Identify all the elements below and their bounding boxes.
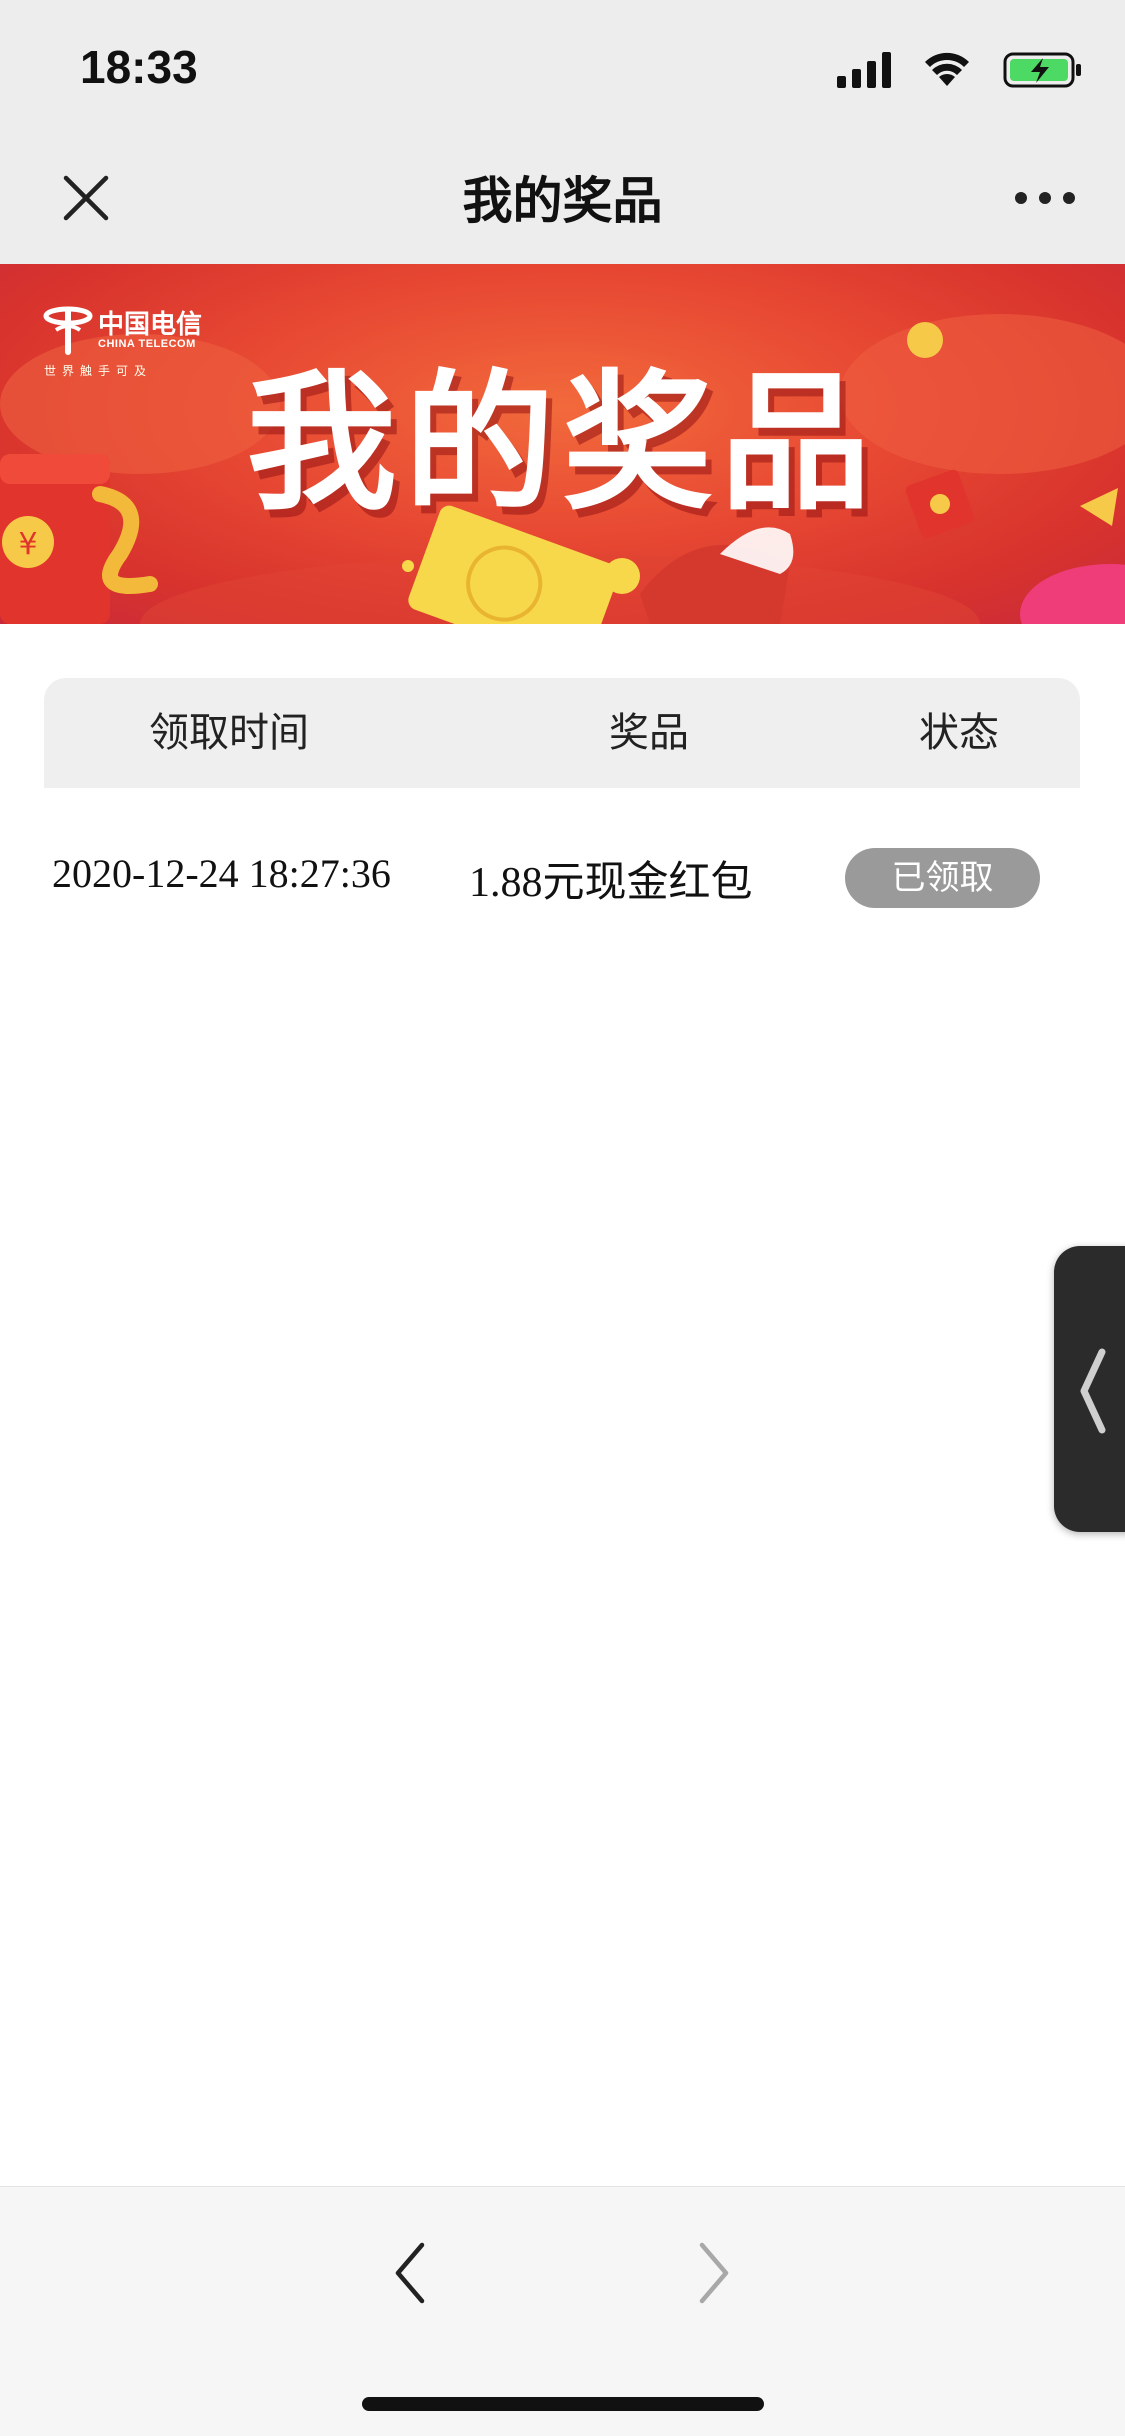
status-badge: 已领取	[845, 848, 1040, 908]
chevron-right-icon	[699, 2242, 729, 2304]
banner: ¥ 中国电信 CHINA TELECOM 世界触手可及 我的奖品	[0, 264, 1125, 624]
signal-icon	[837, 52, 891, 88]
cell-time: 2020-12-24 18:27:36	[52, 851, 391, 896]
logo-name-en: CHINA TELECOM	[98, 338, 196, 350]
banner-title: 我的奖品	[246, 357, 879, 531]
status-time: 18:33	[80, 41, 198, 93]
back-button[interactable]	[380, 2233, 440, 2313]
status-icons	[783, 50, 1083, 90]
battery-charging-icon	[1003, 52, 1081, 88]
logo-name-cn: 中国电信	[98, 310, 203, 340]
chevron-left-icon	[395, 2242, 425, 2304]
svg-text:¥: ¥	[18, 527, 37, 562]
chevron-left-icon	[1080, 1348, 1106, 1434]
cell-prize: 1.88元现金红包	[469, 860, 753, 906]
side-handle[interactable]	[1054, 1246, 1125, 1532]
bottom-bar	[0, 2186, 1125, 2436]
nav-bar: 我的奖品	[0, 138, 1125, 264]
more-icon	[1015, 192, 1075, 204]
wifi-icon	[925, 52, 969, 86]
page-title: 我的奖品	[462, 172, 663, 230]
more-button[interactable]	[1005, 168, 1085, 228]
china-telecom-logo-icon	[43, 306, 93, 355]
status-bar: 18:33	[0, 0, 1125, 138]
table-header: 领取时间 奖品 状态	[44, 678, 1080, 788]
table-row: 2020-12-24 18:27:36 1.88元现金红包 已领取	[44, 788, 1080, 968]
forward-button[interactable]	[684, 2233, 744, 2313]
home-indicator	[362, 2397, 764, 2411]
column-header-time: 领取时间	[149, 710, 309, 756]
column-header-prize: 奖品	[609, 710, 689, 756]
column-header-status: 状态	[919, 710, 999, 756]
